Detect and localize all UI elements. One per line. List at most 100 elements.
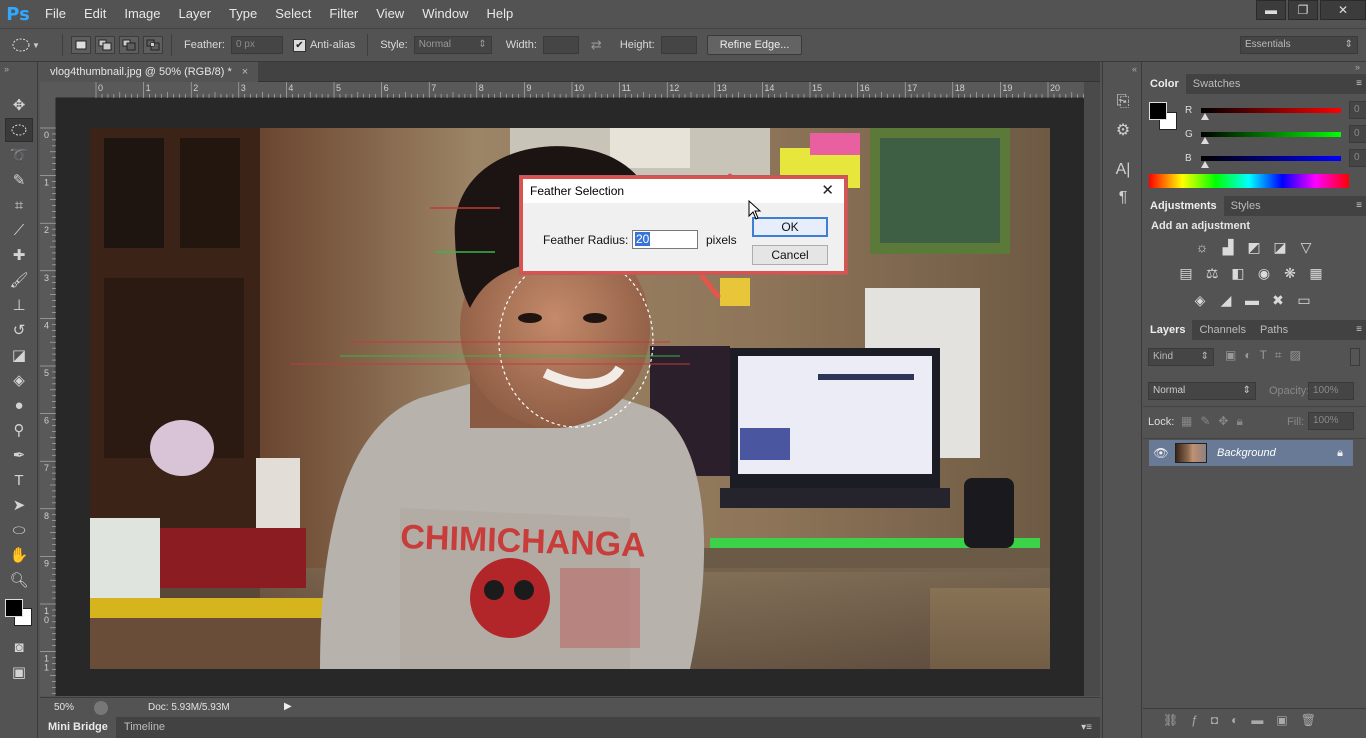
- slider-thumb[interactable]: [1201, 160, 1209, 168]
- minimize-button[interactable]: ▬: [1256, 0, 1286, 20]
- healing-brush-tool-icon[interactable]: ✚: [5, 243, 33, 267]
- path-selection-tool-icon[interactable]: ➤: [5, 493, 33, 517]
- slider-r[interactable]: R 0: [1143, 98, 1366, 122]
- vertical-ruler[interactable]: 01234567891011: [40, 98, 56, 696]
- photo-filter-icon[interactable]: ◉: [1253, 264, 1275, 284]
- b-value[interactable]: 0: [1349, 149, 1366, 167]
- elliptical-marquee-tool-icon[interactable]: [5, 118, 33, 142]
- gradient-map-icon[interactable]: ▭: [1293, 290, 1315, 310]
- width-input[interactable]: [542, 36, 579, 54]
- quick-selection-tool-icon[interactable]: ✎: [5, 168, 33, 192]
- dialog-titlebar[interactable]: Feather Selection ✕: [523, 179, 844, 203]
- fill-input[interactable]: 100%: [1308, 412, 1354, 430]
- menu-edit[interactable]: Edit: [75, 0, 115, 28]
- blend-mode-select[interactable]: Normal ⇕: [1148, 382, 1256, 400]
- menu-select[interactable]: Select: [266, 0, 320, 28]
- invert-icon[interactable]: ◈: [1189, 290, 1211, 310]
- close-window-button[interactable]: ✕: [1320, 0, 1366, 20]
- tab-color[interactable]: Color: [1143, 74, 1186, 94]
- channel-mixer-icon[interactable]: ❋: [1279, 264, 1301, 284]
- slider-thumb[interactable]: [1201, 112, 1209, 120]
- panel-menu-icon[interactable]: ≡: [1356, 200, 1362, 211]
- dodge-tool-icon[interactable]: ⚲: [5, 418, 33, 442]
- refine-edge-button[interactable]: Refine Edge...: [706, 35, 803, 55]
- feather-radius-input[interactable]: 20: [632, 230, 698, 249]
- new-selection-icon[interactable]: [71, 36, 91, 54]
- layer-filter-icons[interactable]: ▣◐T⌗▨: [1225, 348, 1309, 363]
- color-lookup-icon[interactable]: ▦: [1305, 264, 1327, 284]
- menu-layer[interactable]: Layer: [170, 0, 221, 28]
- panel-menu-icon[interactable]: ▾≡: [1081, 722, 1092, 733]
- layer-filter-kind[interactable]: Kind ⇕: [1148, 348, 1214, 366]
- pen-tool-icon[interactable]: ✒: [5, 443, 33, 467]
- black-white-icon[interactable]: ◧: [1227, 264, 1249, 284]
- feather-input[interactable]: 0 px: [230, 36, 283, 54]
- horizontal-ruler[interactable]: 0 1 2 3 4 5 6 7 8 9 10 11 12 13 14 15 16 17 18 19 20: [56, 82, 1084, 98]
- add-to-selection-icon[interactable]: [95, 36, 115, 54]
- history-panel-icon[interactable]: ⎘: [1109, 90, 1137, 114]
- color-balance-icon[interactable]: ⚖: [1201, 264, 1223, 284]
- history-brush-tool-icon[interactable]: ↺: [5, 318, 33, 342]
- layer-name[interactable]: Background: [1217, 447, 1276, 459]
- close-icon[interactable]: ✕: [821, 179, 834, 203]
- slider-thumb[interactable]: [1201, 136, 1209, 144]
- blur-tool-icon[interactable]: ●: [5, 393, 33, 417]
- ellipse-shape-tool-icon[interactable]: ⬭: [5, 518, 33, 542]
- layer-row[interactable]: 👁︎ Background 🔒︎: [1149, 440, 1353, 466]
- collapse-panels-icon[interactable]: »: [1143, 62, 1366, 74]
- panel-menu-icon[interactable]: ≡: [1356, 78, 1362, 89]
- move-tool-icon[interactable]: ✥: [5, 93, 33, 117]
- menu-window[interactable]: Window: [413, 0, 477, 28]
- eyedropper-tool-icon[interactable]: ⟋: [5, 218, 33, 242]
- slider-b[interactable]: B 0: [1143, 146, 1366, 170]
- zoom-level[interactable]: 50%: [40, 702, 90, 713]
- vertical-scrollbar[interactable]: [1084, 82, 1100, 696]
- brightness-contrast-icon[interactable]: ☼: [1191, 237, 1213, 257]
- tab-timeline[interactable]: Timeline: [116, 717, 173, 738]
- menu-view[interactable]: View: [367, 0, 413, 28]
- threshold-icon[interactable]: ▬: [1241, 290, 1263, 310]
- tab-styles[interactable]: Styles: [1224, 196, 1268, 216]
- exposure-icon[interactable]: ◪: [1269, 238, 1291, 258]
- hue-saturation-icon[interactable]: ▤: [1175, 264, 1197, 284]
- r-value[interactable]: 0: [1349, 101, 1366, 119]
- document-tab[interactable]: vlog4thumbnail.jpg @ 50% (RGB/8) * ×: [40, 62, 259, 82]
- menu-type[interactable]: Type: [220, 0, 266, 28]
- eye-icon[interactable]: 👁︎: [1149, 446, 1173, 460]
- clone-stamp-tool-icon[interactable]: ⊥: [5, 293, 33, 317]
- menu-filter[interactable]: Filter: [320, 0, 367, 28]
- zoom-tool-icon[interactable]: 🔍︎: [5, 568, 33, 592]
- menu-file[interactable]: File: [36, 0, 75, 28]
- anti-alias-checkbox[interactable]: ✔: [292, 38, 306, 52]
- posterize-icon[interactable]: ◢: [1215, 290, 1237, 310]
- selective-color-icon[interactable]: ✖: [1267, 290, 1289, 310]
- cancel-button[interactable]: Cancel: [752, 245, 828, 265]
- collapse-toolbar-icon[interactable]: »: [0, 62, 37, 92]
- tab-swatches[interactable]: Swatches: [1186, 74, 1248, 94]
- tab-paths[interactable]: Paths: [1253, 320, 1295, 340]
- layers-footer-buttons[interactable]: ⛓ƒ◘◐▬▣🗑︎: [1143, 708, 1366, 730]
- color-spectrum[interactable]: [1149, 174, 1349, 188]
- foreground-color-swatch[interactable]: [5, 599, 23, 617]
- height-input[interactable]: [660, 36, 697, 54]
- style-select[interactable]: Normal ⇕: [413, 36, 492, 54]
- r-track[interactable]: [1201, 107, 1341, 120]
- collapse-dock-icon[interactable]: «: [1103, 62, 1141, 86]
- b-track[interactable]: [1201, 155, 1341, 168]
- swap-dimensions-icon[interactable]: ⇄: [591, 37, 602, 53]
- menu-image[interactable]: Image: [115, 0, 169, 28]
- ruler-origin[interactable]: [40, 82, 56, 98]
- type-tool-icon[interactable]: T: [5, 468, 33, 492]
- tool-preset-picker[interactable]: ▼: [10, 37, 56, 53]
- tab-mini-bridge[interactable]: Mini Bridge: [40, 717, 116, 738]
- character-panel-icon[interactable]: A|: [1109, 158, 1137, 182]
- brush-tool-icon[interactable]: 🖌: [5, 268, 33, 292]
- eraser-tool-icon[interactable]: ◪: [5, 343, 33, 367]
- vibrance-icon[interactable]: ▽: [1295, 238, 1317, 258]
- lock-icons[interactable]: ▦✎✥🔒︎: [1181, 414, 1251, 429]
- paragraph-panel-icon[interactable]: ¶: [1109, 186, 1137, 210]
- tab-channels[interactable]: Channels: [1192, 320, 1252, 340]
- g-track[interactable]: [1201, 131, 1341, 144]
- tab-layers[interactable]: Layers: [1143, 320, 1193, 340]
- subtract-from-selection-icon[interactable]: [119, 36, 139, 54]
